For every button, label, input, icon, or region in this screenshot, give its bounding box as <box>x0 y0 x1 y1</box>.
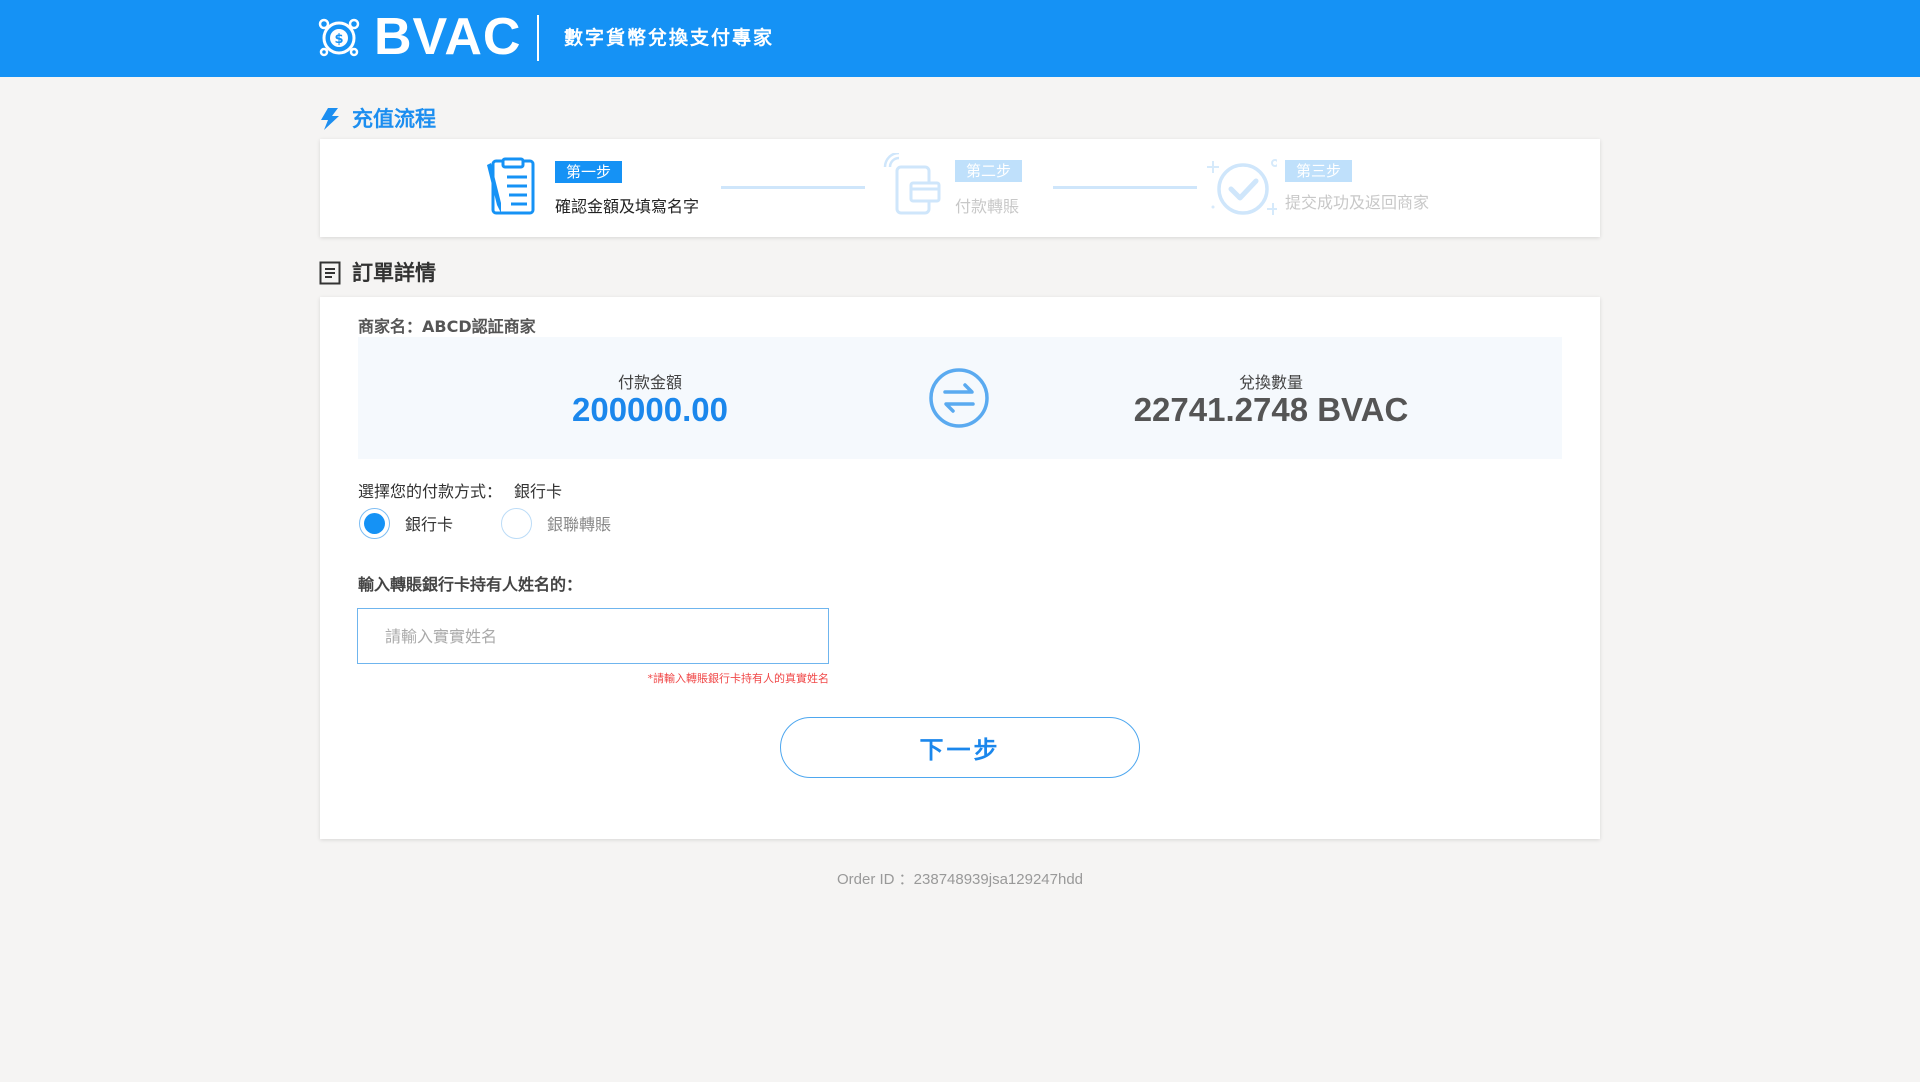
wireless-card-payment-icon <box>883 153 941 215</box>
radio-circle-unselected[interactable] <box>501 507 532 539</box>
step-2-label: 付款轉賬 <box>955 197 1020 216</box>
step-connector-2 <box>1053 186 1197 189</box>
exchange-amount-label: 兌換數量 <box>1238 373 1303 392</box>
process-section-title: 充值流程 <box>318 104 436 134</box>
step-1-label: 確認金額及填寫名字 <box>555 197 700 216</box>
radio-unionpay-transfer-label[interactable]: 銀聯轉賬 <box>547 511 611 535</box>
cardholder-name-input[interactable] <box>357 608 829 664</box>
check-circle-icon <box>1207 159 1277 215</box>
radio-circle-selected[interactable] <box>359 507 390 539</box>
coin-logo-icon: $ <box>318 18 360 57</box>
step-3-badge: 第三步 <box>1285 160 1353 182</box>
top-header-bar: $ BVAC 數字貨幣兌換支付專家 <box>0 0 1920 77</box>
step-3: 第三步 提交成功及返回商家 <box>1207 139 1447 237</box>
radio-bank-card-label[interactable]: 銀行卡 <box>405 511 453 535</box>
order-section-title: 訂單詳情 <box>318 258 436 288</box>
pay-method-label: 選擇您的付款方式： <box>358 482 503 501</box>
step-1-badge: 第一步 <box>555 161 623 183</box>
merchant-name: 商家名：ABCD認証商家 <box>358 317 536 336</box>
lightning-icon <box>318 107 342 131</box>
step-connector-1 <box>721 186 865 189</box>
document-form-icon <box>487 157 535 215</box>
exchange-amount-value: 22741.2748 BVAC <box>1133 391 1409 428</box>
process-title-text: 充值流程 <box>352 107 436 131</box>
order-id: Order ID ：238748939jsa129247hdd <box>836 871 1083 888</box>
brand-tagline: 數字貨幣兌換支付專家 <box>564 27 775 49</box>
order-detail-card: 商家名：ABCD認証商家 付款金額 200000.00 兌換數量 22741.2… <box>320 297 1600 839</box>
list-document-icon <box>318 261 342 285</box>
step-3-label: 提交成功及返回商家 <box>1285 193 1430 212</box>
step-2: 第二步 付款轉賬 <box>883 139 1043 237</box>
cardholder-name-hint: *請輸入轉賬銀行卡持有人的真實姓名 <box>647 672 830 685</box>
exchange-summary-box: 付款金額 200000.00 兌換數量 22741.2748 BVAC <box>358 337 1562 459</box>
payment-amount-label: 付款金額 <box>617 373 682 392</box>
pay-method-selected: 銀行卡 <box>514 482 563 501</box>
payment-amount-value: 200000.00 <box>572 391 728 428</box>
step-1: 第一步 確認金額及填寫名字 <box>485 139 725 237</box>
svg-text:$: $ <box>334 32 343 47</box>
radio-dot <box>364 512 385 534</box>
process-steps-card: 第一步 確認金額及填寫名字 第二步 付款轉賬 第三步 提交成功及返回商家 <box>320 139 1600 237</box>
radio-bank-card[interactable]: 銀行卡 <box>359 507 453 539</box>
cardholder-name-label: 輸入轉賬銀行卡持有人姓名的： <box>358 575 583 594</box>
radio-unionpay-transfer[interactable]: 銀聯轉賬 <box>501 507 611 539</box>
brand-name: BVAC <box>374 8 522 66</box>
header-divider <box>537 15 539 61</box>
order-title-text: 訂單詳情 <box>352 261 436 285</box>
swap-arrows-icon <box>929 368 989 428</box>
pay-method-row: 選擇您的付款方式： 銀行卡 <box>358 478 562 502</box>
next-step-button[interactable]: 下一步 <box>780 717 1140 778</box>
step-2-badge: 第二步 <box>955 160 1023 182</box>
